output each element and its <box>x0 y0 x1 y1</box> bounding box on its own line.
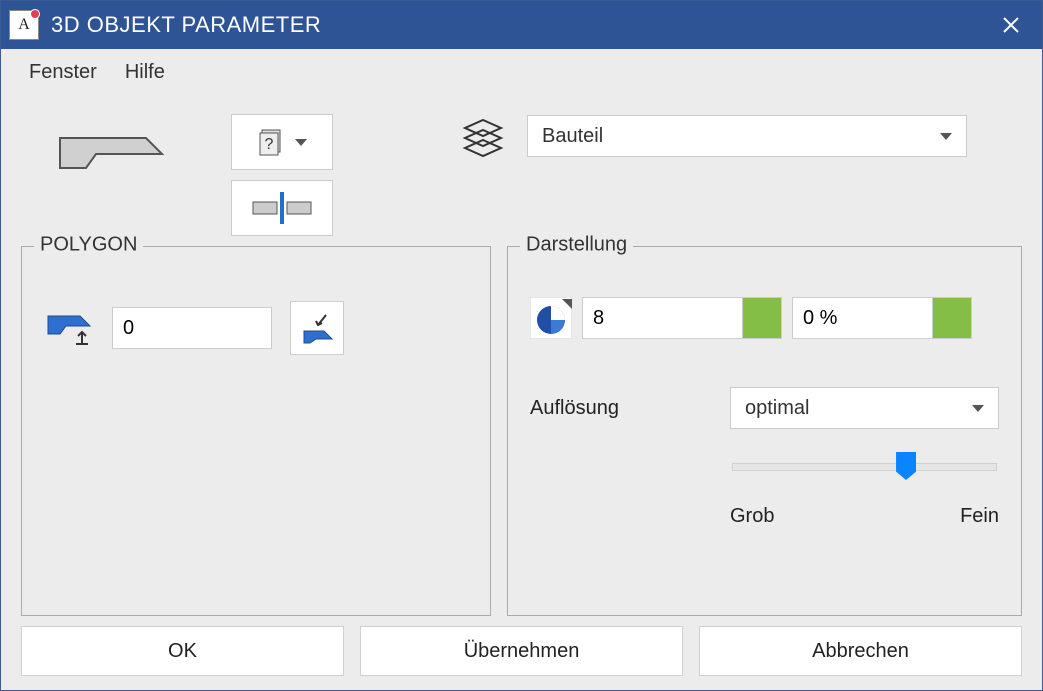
tool-column: ? <box>231 114 341 236</box>
polygon-match-icon <box>298 311 336 345</box>
darstellung-group: Darstellung <box>507 246 1022 616</box>
chevron-down-icon <box>940 133 952 140</box>
resolution-slider-area: Grob Fein <box>730 463 999 528</box>
pen-number-input[interactable] <box>582 297 742 339</box>
dialog-button-row: OK Übernehmen Abbrechen <box>21 626 1022 676</box>
top-toolbar: ? <box>21 114 1022 236</box>
chevron-down-icon <box>972 405 984 412</box>
transparency-swatch[interactable] <box>932 297 972 339</box>
close-icon <box>1003 17 1019 33</box>
polygon-height-input[interactable] <box>112 307 272 349</box>
reference-plane-icon <box>247 192 317 224</box>
polygon-group-label: POLYGON <box>34 234 143 257</box>
titlebar: A 3D OBJEKT PARAMETER <box>1 1 1042 49</box>
catalog-dropdown[interactable]: ? <box>231 114 333 170</box>
app-icon: A <box>9 10 39 40</box>
pen-transparency-row <box>530 297 999 339</box>
catalog-icon: ? <box>257 127 287 157</box>
close-button[interactable] <box>988 1 1034 49</box>
resolution-label: Auflösung <box>530 397 700 420</box>
window-title: 3D OBJEKT PARAMETER <box>51 12 976 38</box>
resolution-select-value: optimal <box>745 397 809 420</box>
transparency-input[interactable] <box>792 297 932 339</box>
menubar: Fenster Hilfe <box>1 49 1042 96</box>
polygon-height-row <box>44 301 468 355</box>
layer-area: Bauteil <box>371 114 1022 158</box>
shape-preview <box>21 114 201 194</box>
darstellung-group-label: Darstellung <box>520 234 633 257</box>
layer-select-value: Bauteil <box>542 125 603 148</box>
dialog-window: A 3D OBJEKT PARAMETER Fenster Hilfe <box>0 0 1043 691</box>
chevron-down-icon <box>295 139 307 146</box>
resolution-row: Auflösung optimal <box>530 387 999 429</box>
ok-button[interactable]: OK <box>21 626 344 676</box>
polygon-match-button[interactable] <box>290 301 344 355</box>
layers-icon <box>461 114 505 158</box>
pen-color-swatch[interactable] <box>742 297 782 339</box>
reference-plane-button[interactable] <box>231 180 333 236</box>
resolution-slider-labels: Grob Fein <box>730 505 999 528</box>
content-area: ? <box>1 96 1042 690</box>
apply-button[interactable]: Übernehmen <box>360 626 683 676</box>
pen-color-icon <box>530 297 572 339</box>
resolution-select[interactable]: optimal <box>730 387 999 429</box>
svg-text:?: ? <box>265 136 274 153</box>
groups-row: POLYGON <box>21 246 1022 616</box>
transparency-input-group <box>792 297 972 339</box>
cancel-button[interactable]: Abbrechen <box>699 626 1022 676</box>
polygon-shape-icon <box>56 134 166 174</box>
polygon-group: POLYGON <box>21 246 491 616</box>
resolution-slider-thumb[interactable] <box>896 452 916 480</box>
slider-max-label: Fein <box>960 505 999 528</box>
menu-fenster[interactable]: Fenster <box>29 61 97 84</box>
layer-select[interactable]: Bauteil <box>527 115 967 157</box>
slider-min-label: Grob <box>730 505 774 528</box>
polygon-height-icon <box>44 308 94 348</box>
pen-input-group <box>582 297 782 339</box>
resolution-slider[interactable] <box>732 463 997 471</box>
menu-hilfe[interactable]: Hilfe <box>125 61 165 84</box>
